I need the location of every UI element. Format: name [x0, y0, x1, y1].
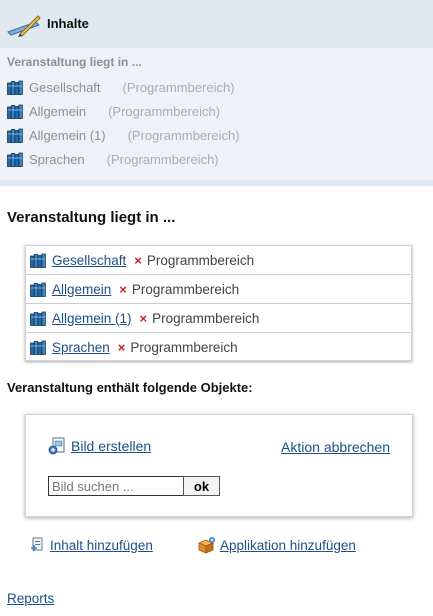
- books-icon: [7, 104, 23, 119]
- panel-item-name: Allgemein: [29, 103, 87, 119]
- panel-subtitle: Veranstaltung liegt in ...: [7, 55, 142, 69]
- panel-item[interactable]: Allgemein (1) (Programmbereich): [7, 126, 240, 144]
- panel-item-type: (Programmbereich): [108, 103, 221, 119]
- location-type: Programmbereich: [131, 281, 240, 297]
- add-content-label[interactable]: Inhalt hinzufügen: [50, 538, 153, 553]
- location-link[interactable]: Sprachen: [52, 340, 110, 355]
- location-list: Gesellschaft × Programmbereich Allgemein…: [25, 245, 412, 361]
- add-application-button[interactable]: Applikation hinzufügen: [196, 536, 356, 554]
- books-icon: [7, 80, 23, 95]
- remove-icon[interactable]: ×: [119, 282, 127, 297]
- location-link[interactable]: Allgemein (1): [52, 311, 132, 326]
- remove-icon[interactable]: ×: [134, 253, 142, 268]
- panel-item-name: Allgemein (1): [29, 127, 106, 143]
- image-document-icon: [48, 437, 65, 455]
- remove-icon[interactable]: ×: [140, 311, 148, 326]
- panel-divider: [0, 180, 433, 186]
- books-icon: [30, 253, 46, 268]
- panel-item[interactable]: Gesellschaft (Programmbereich): [7, 78, 235, 96]
- image-search-input[interactable]: [48, 476, 184, 496]
- location-link[interactable]: Allgemein: [52, 282, 111, 297]
- location-row: Gesellschaft × Programmbereich: [26, 246, 411, 275]
- panel-item[interactable]: Sprachen (Programmbereich): [7, 150, 219, 168]
- objects-box: Bild erstellen Aktion abbrechen ok: [25, 414, 413, 517]
- panel-header: Inhalte: [0, 0, 433, 48]
- location-row: Sprachen × Programmbereich: [26, 333, 411, 362]
- section-heading-contents: Veranstaltung enthält folgende Objekte:: [7, 380, 253, 395]
- ok-button[interactable]: ok: [183, 476, 220, 496]
- create-image-button[interactable]: Bild erstellen: [48, 437, 151, 455]
- create-image-label[interactable]: Bild erstellen: [71, 438, 151, 454]
- pen-ruler-icon: [6, 12, 42, 38]
- application-box-icon: [197, 537, 215, 554]
- cancel-action-link[interactable]: Aktion abbrechen: [281, 439, 390, 455]
- books-icon: [30, 282, 46, 297]
- books-icon: [30, 340, 46, 355]
- panel-item-name: Sprachen: [29, 151, 85, 167]
- panel-item-type: (Programmbereich): [127, 127, 240, 143]
- books-icon: [30, 311, 46, 326]
- panel-item-name: Gesellschaft: [29, 79, 101, 95]
- location-link[interactable]: Gesellschaft: [52, 253, 126, 268]
- location-type: Programmbereich: [130, 340, 238, 355]
- reports-link[interactable]: Reports: [7, 591, 54, 606]
- books-icon: [7, 152, 23, 167]
- location-row: Allgemein × Programmbereich: [26, 275, 411, 304]
- panel-title: Inhalte: [47, 16, 89, 31]
- add-content-button[interactable]: Inhalt hinzufügen: [30, 536, 153, 554]
- location-type: Programmbereich: [146, 252, 255, 268]
- location-row: Allgemein (1) × Programmbereich: [26, 304, 411, 333]
- section-heading-location: Veranstaltung liegt in ...: [7, 209, 176, 226]
- panel-item-type: (Programmbereich): [122, 79, 235, 95]
- panel-item[interactable]: Allgemein (Programmbereich): [7, 102, 220, 120]
- remove-icon[interactable]: ×: [118, 340, 126, 355]
- add-content-icon: [31, 537, 43, 551]
- books-icon: [7, 128, 23, 143]
- content-panel: Inhalte Veranstaltung liegt in ... Gesel…: [0, 0, 433, 186]
- panel-item-type: (Programmbereich): [106, 151, 219, 167]
- add-application-label[interactable]: Applikation hinzufügen: [220, 538, 356, 553]
- location-type: Programmbereich: [152, 310, 260, 326]
